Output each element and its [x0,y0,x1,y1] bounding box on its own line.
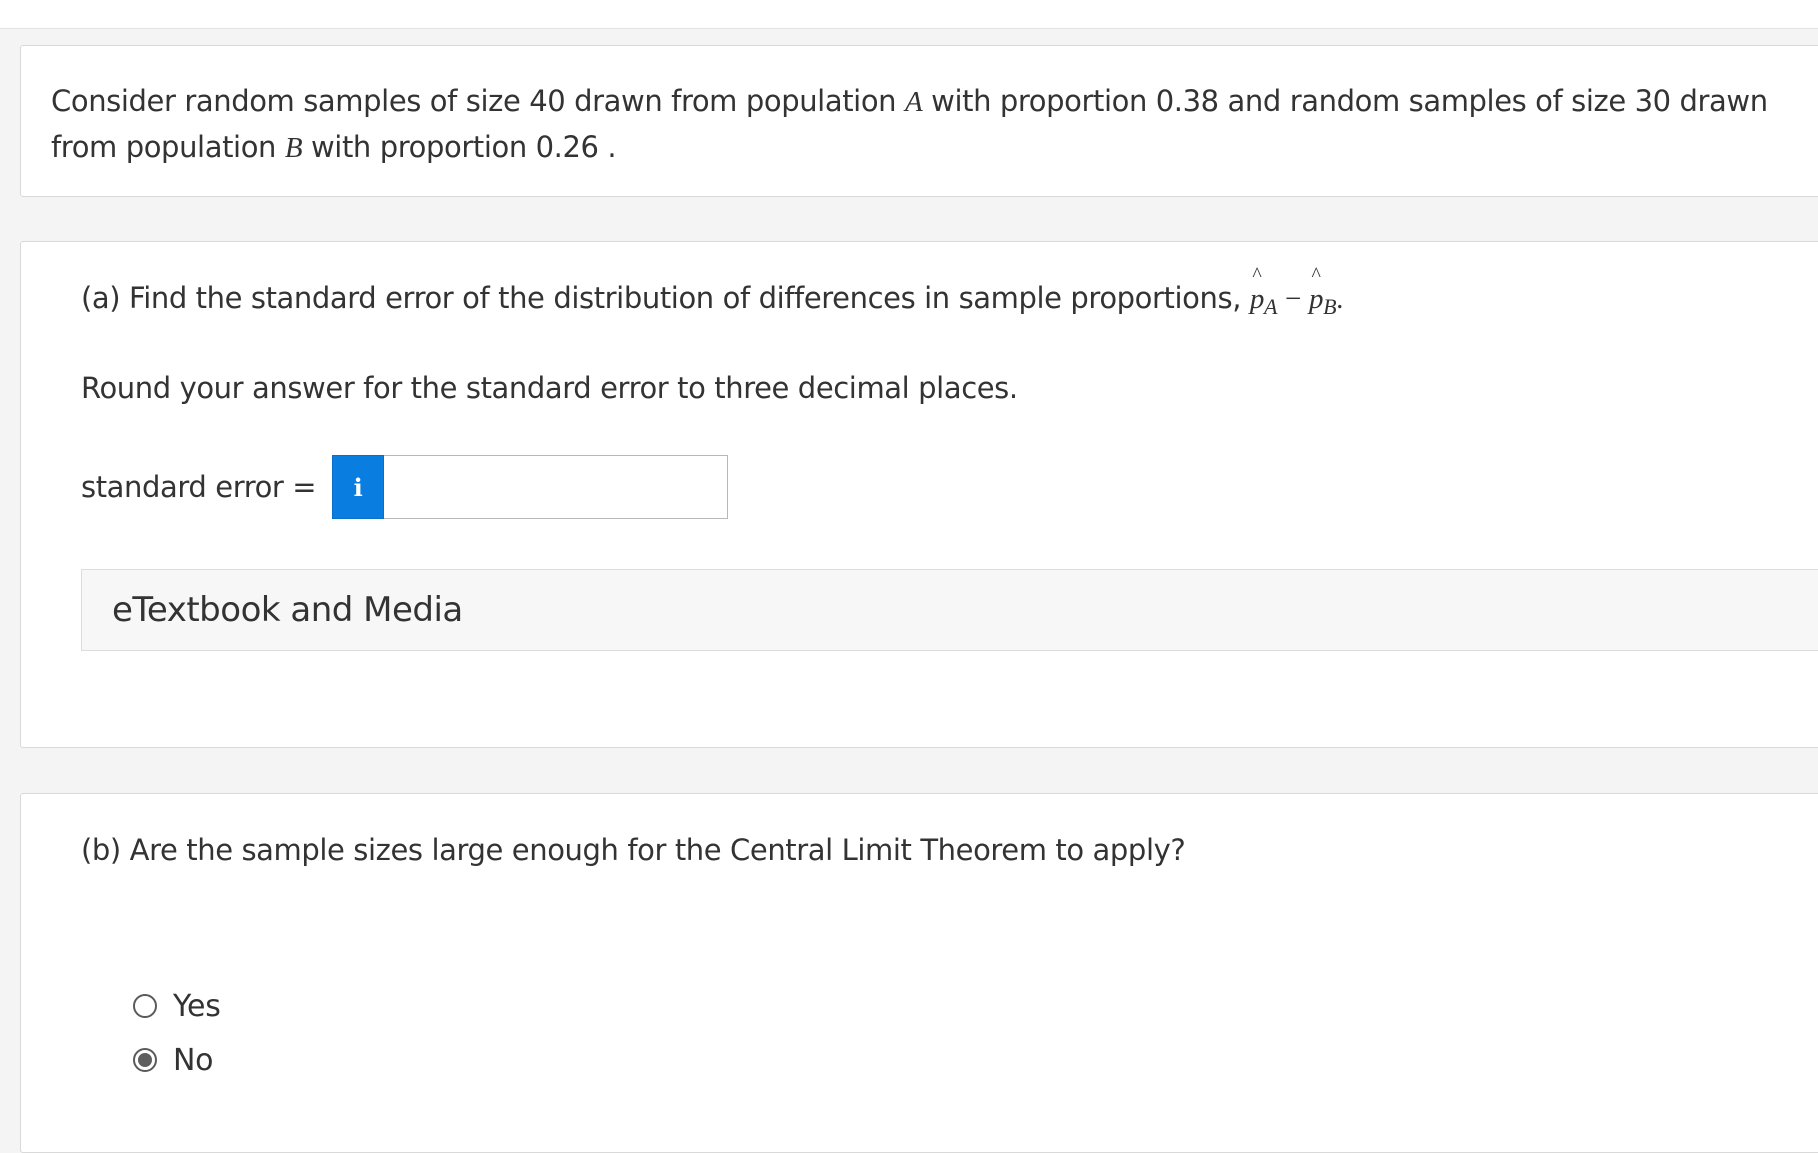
standard-error-label: standard error = [81,470,317,504]
population-b-var: B [284,132,303,164]
problem-statement: Consider random samples of size 40 drawn… [51,79,1818,171]
etextbook-media-link[interactable]: eTextbook and Media [81,569,1818,651]
info-icon[interactable]: i [332,455,385,519]
radio-label-no: No [173,1042,214,1078]
radio-button-no[interactable] [133,1048,157,1072]
top-bar [0,0,1818,29]
problem-statement-card: Consider random samples of size 40 drawn… [20,45,1818,197]
statement-text: with proportion 0.26 . [302,130,617,164]
difference-formula: ^ pA − ^ pB. [1249,264,1344,319]
question-a-card: (a) Find the standard error of the distr… [20,241,1818,748]
radio-button-yes[interactable] [133,994,157,1018]
radio-label-yes: Yes [173,988,221,1024]
statement-text: Consider random samples of size 40 drawn… [51,84,905,118]
standard-error-input[interactable] [384,455,729,519]
radio-option-no[interactable]: No [133,1033,221,1087]
standard-error-row: standard error = i [81,454,729,520]
population-a-var: A [904,86,923,118]
etextbook-media-label: eTextbook and Media [112,590,463,630]
question-b-card: (b) Are the sample sizes large enough fo… [20,793,1818,1153]
question-b-title: (b) Are the sample sizes large enough fo… [81,833,1186,867]
rounding-instruction: Round your answer for the standard error… [81,371,1018,405]
question-a-title: (a) Find the standard error of the distr… [81,264,1344,319]
radio-option-yes[interactable]: Yes [133,979,221,1033]
clt-radio-group: Yes No [133,979,221,1087]
